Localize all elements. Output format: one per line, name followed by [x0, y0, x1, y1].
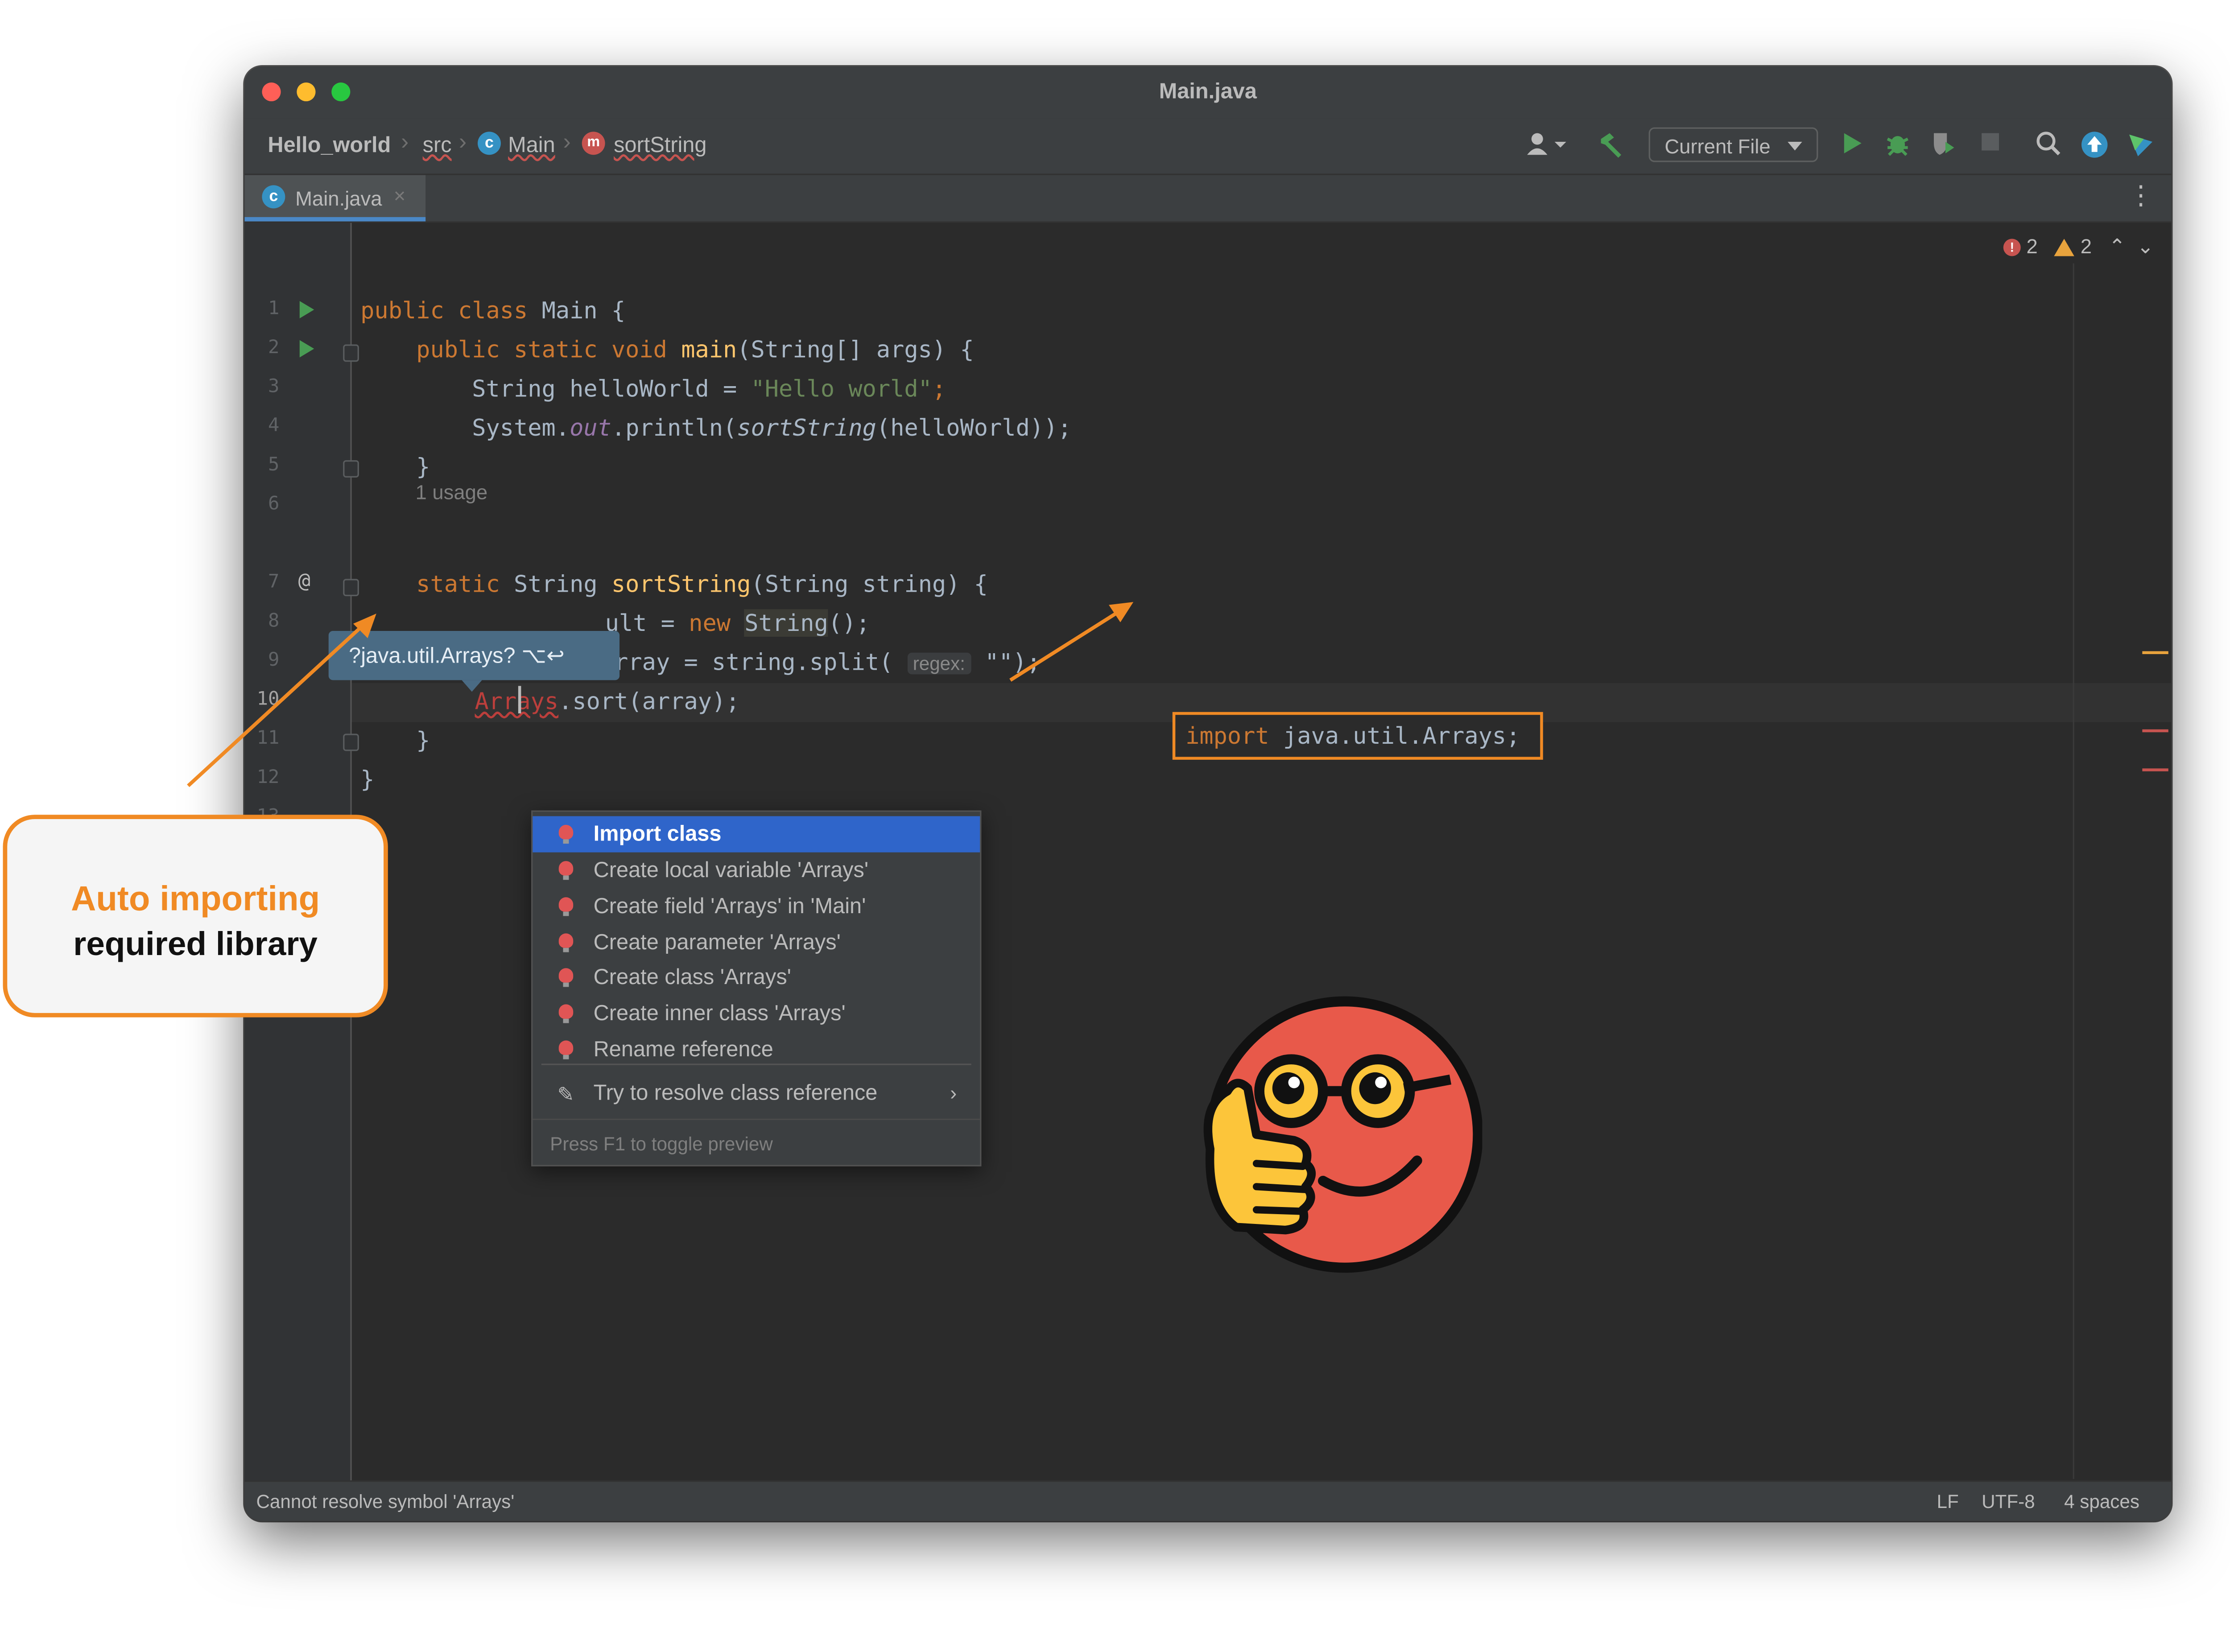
annotation-arrows: [187, 602, 1134, 787]
arrowhead-icon: [353, 614, 376, 639]
arrow-to-tooltip: [187, 622, 366, 787]
arrowhead-icon: [1109, 602, 1134, 622]
arrow-to-import: [1009, 609, 1122, 682]
